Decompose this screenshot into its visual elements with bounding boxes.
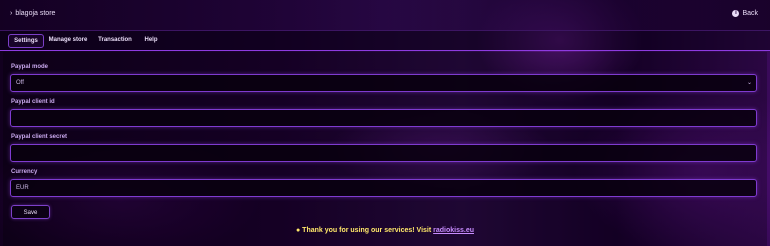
client-secret-label: Paypal client secret: [11, 134, 68, 140]
currency-label: Currency: [11, 169, 38, 175]
store-title[interactable]: › blagoja store: [10, 10, 55, 17]
tab-settings[interactable]: Settings: [8, 34, 44, 48]
info-circle-icon: i: [732, 10, 740, 17]
client-id-label: Paypal client id: [11, 99, 55, 105]
chevron-down-icon: ⌄: [746, 80, 752, 86]
back-button[interactable]: i Back: [732, 10, 758, 17]
tab-manage-store[interactable]: Manage store: [47, 34, 89, 46]
paypal-mode-label: Paypal mode: [11, 64, 49, 70]
radiokiss-link[interactable]: radiokiss.eu: [433, 227, 474, 234]
client-secret-input[interactable]: [10, 144, 757, 162]
currency-input[interactable]: EUR: [10, 179, 757, 197]
client-id-input[interactable]: [10, 109, 757, 127]
save-button[interactable]: Save: [11, 205, 50, 219]
footer-message: ● Thank you for using our services! Visi…: [0, 227, 770, 234]
tab-transaction[interactable]: Transaction: [95, 34, 135, 46]
chevron-right-icon: ›: [10, 10, 13, 17]
tab-bar: Settings Manage store Transaction Help: [0, 30, 770, 51]
store-name: blagoja store: [15, 10, 56, 17]
speech-bubble-icon: ●: [295, 227, 301, 234]
tab-help[interactable]: Help: [141, 34, 161, 46]
paypal-mode-value: Off: [16, 80, 24, 86]
paypal-mode-select[interactable]: Off ⌄: [10, 74, 757, 92]
top-bar: › blagoja store i Back: [0, 0, 770, 31]
footer-text: Thank you for using our services! Visit: [302, 227, 432, 234]
back-label: Back: [742, 10, 758, 17]
